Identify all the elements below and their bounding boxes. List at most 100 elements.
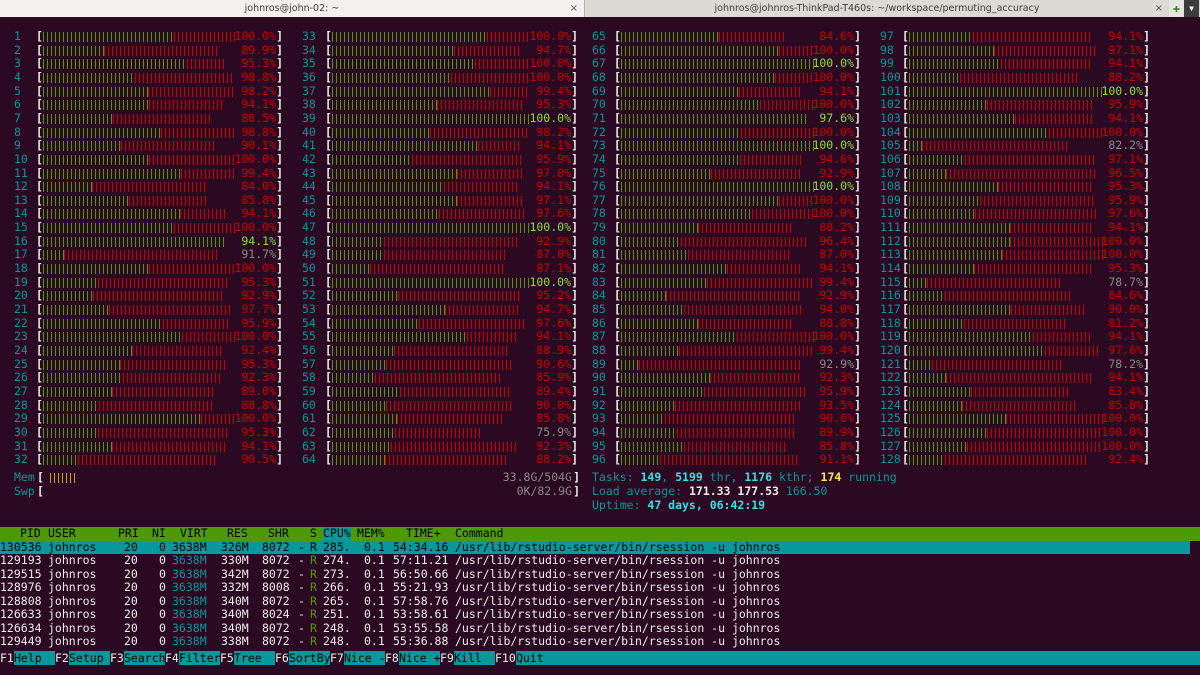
cpu-usage-bar (621, 113, 809, 124)
close-icon[interactable]: × (1155, 0, 1163, 17)
cpu-number: 48 (302, 233, 316, 248)
cpu-number: 19 (14, 274, 28, 289)
cell-shr: 8072 (262, 539, 290, 554)
col-command[interactable]: Command (455, 526, 503, 541)
table-row[interactable]: 129515 johnros 20 0 3638M 342M 8072- R 273. 0.1 56… (0, 566, 1200, 582)
fkey-label-nice[interactable]: Nice + (399, 651, 441, 665)
cpu-usage-bar (621, 141, 814, 152)
table-row[interactable]: 129449 johnros 20 0 3638M 338M 8072- R 248. 0.1 55… (0, 634, 1200, 649)
meter-bracket-close: ] (1143, 274, 1150, 289)
meter-bracket-close: ] (571, 452, 578, 467)
fkey-label-search[interactable]: Search (124, 651, 166, 665)
table-row[interactable]: 126633 johnros 20 0 3638M 340M 8024- R 251. 0.1 53… (0, 607, 1200, 622)
tab-john-02[interactable]: johnros@john-02: ~ × (0, 0, 585, 17)
meter-bracket-close: ] (571, 206, 578, 221)
col-user[interactable]: USER (48, 526, 76, 541)
meter-bracket-close: ] (1143, 110, 1150, 125)
meter-bracket-close: ] (854, 438, 861, 453)
fkey-label-filter[interactable]: Filter (179, 651, 221, 665)
col-mem[interactable]: MEM% (357, 526, 385, 541)
cpu-percent: 100.0% (1101, 83, 1143, 98)
cpu-number: 119 (880, 329, 901, 344)
cell-command: /usr/lib/rstudio-server/bin/rsession -u … (455, 553, 781, 567)
cpu-meter: 60 [90.0%] (302, 398, 578, 413)
col-ni[interactable]: NI (152, 526, 166, 541)
fkey-label-setup[interactable]: Setup (69, 651, 104, 665)
cpu-percent: 100.0% (234, 151, 276, 166)
meter-bracket-close: ] (1143, 356, 1150, 371)
cpu-number: 54 (302, 315, 316, 330)
cpu-percent: 94.1% (819, 261, 854, 276)
fkey-f10[interactable]: F10 (495, 651, 516, 665)
swp-bracket-close: ] (573, 484, 580, 498)
meter-bracket-open: [ (325, 124, 332, 139)
cpu-number: 86 (592, 315, 606, 330)
tab-menu-icon[interactable]: ▼ (1184, 0, 1199, 17)
cpu-percent: 94.7% (536, 302, 571, 316)
cpu-number: 18 (14, 261, 28, 276)
cpu-percent: 90.1% (241, 138, 276, 153)
cpu-usage-bar (332, 168, 525, 179)
cell-shr: 8008 (262, 580, 290, 594)
col-cpu-sorted[interactable]: CPU% (323, 526, 351, 541)
fkey-f8[interactable]: F8 (385, 651, 399, 665)
col-shr[interactable]: SHR (268, 526, 289, 541)
cell-dash: - (298, 566, 305, 581)
fkey-f5[interactable]: F5 (220, 651, 234, 665)
meter-bracket-close: ] (276, 69, 283, 84)
table-row[interactable]: 129193 johnros 20 0 3638M 330M 8072- R 274. 0.1 57… (0, 553, 1200, 568)
fkey-f1[interactable]: F1 (0, 651, 14, 665)
tab-thinkpad[interactable]: johnros@johnros-ThinkPad-T460s: ~/worksp… (585, 0, 1169, 17)
cpu-percent: 84.6% (1108, 288, 1143, 303)
fkey-label-tree[interactable]: Tree (234, 651, 262, 665)
mem-value: 33.8G/504G (502, 470, 572, 484)
fkey-f2[interactable]: F2 (55, 651, 69, 665)
cpu-percent: 86.5% (241, 110, 276, 125)
table-row[interactable]: 128976 johnros 20 0 3638M 332M 8008- R 266. 0.1 55… (0, 580, 1200, 595)
table-row-selected[interactable]: 130536 johnros 20 0 3638M 326M 8072- R 285. 0.1 54… (0, 539, 1190, 554)
cpu-percent: 78.2% (1108, 356, 1143, 371)
cpu-number: 123 (880, 383, 901, 398)
meter-bracket-close: ] (1143, 124, 1150, 139)
cpu-number: 70 (592, 97, 606, 112)
col-time[interactable]: TIME+ (406, 526, 441, 541)
table-row[interactable]: 128808 johnros 20 0 3638M 340M 8072- R 265. 0.1 57… (0, 594, 1200, 609)
meter-bracket-close: ] (1143, 370, 1150, 385)
cpu-number: 56 (302, 342, 316, 357)
table-row[interactable]: 126634 johnros 20 0 3638M 340M 8072- R 248. 0.1 53… (0, 621, 1200, 636)
cpu-number: 39 (302, 110, 316, 125)
cpu-number: 72 (592, 124, 606, 139)
process-table: PID USER PRI NI VIRT RES SHR S CPU% MEM%… (0, 526, 1200, 649)
cpu-percent: 92.9% (241, 288, 276, 303)
col-virt[interactable]: VIRT (180, 526, 208, 541)
cpu-usage-bar (332, 113, 531, 124)
new-tab-icon[interactable]: ✚ (1169, 0, 1184, 17)
running-count: 174 (820, 470, 842, 484)
load-label: Load average: (592, 484, 689, 498)
meter-bracket-close: ] (276, 179, 283, 194)
col-pid[interactable]: PID (20, 526, 41, 541)
fkey-f7[interactable]: F7 (330, 651, 344, 665)
cpu-meter: 72 [100.0%] (592, 124, 861, 140)
col-pri[interactable]: PRI (118, 526, 139, 541)
cpu-usage-bar (909, 386, 1071, 397)
fkey-f6[interactable]: F6 (275, 651, 289, 665)
cell-ni: 0 (159, 580, 166, 594)
cpu-number: 87 (592, 329, 606, 344)
close-icon[interactable]: × (570, 0, 578, 17)
fkey-f9[interactable]: F9 (440, 651, 454, 665)
col-s[interactable]: S (310, 526, 317, 541)
cell-virt: 3638M (172, 607, 207, 621)
cpu-number: 83 (592, 274, 606, 289)
cpu-number: 74 (592, 151, 606, 166)
meter-bracket-close: ] (854, 411, 861, 426)
meter-bracket-open: [ (614, 110, 621, 125)
fkey-f4[interactable]: F4 (165, 651, 179, 665)
fkey-label-kill[interactable]: Kill (454, 651, 482, 665)
col-res[interactable]: RES (227, 526, 248, 541)
fkey-label-quit[interactable]: Quit (516, 651, 544, 665)
fkey-f3[interactable]: F3 (110, 651, 124, 665)
fkey-label-sortby[interactable]: SortBy (289, 651, 331, 665)
fkey-label-nice[interactable]: Nice - (344, 651, 386, 665)
fkey-label-help[interactable]: Help (14, 651, 42, 665)
